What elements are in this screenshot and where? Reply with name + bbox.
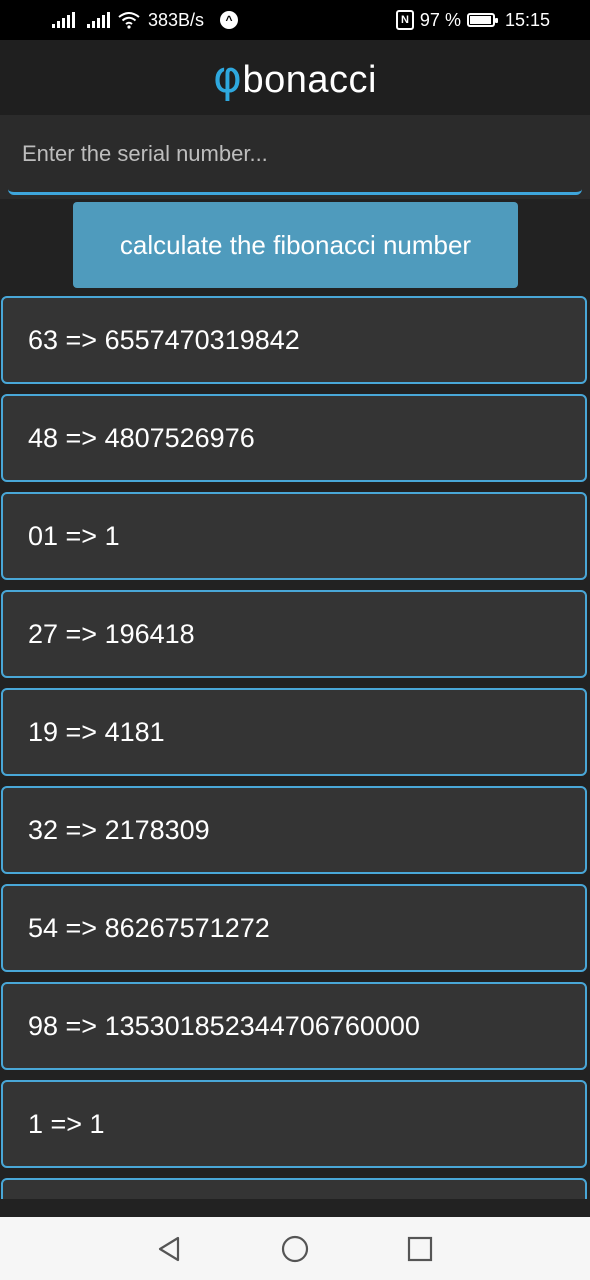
battery-percent: 97 % xyxy=(419,9,461,30)
result-item[interactable] xyxy=(1,1178,587,1199)
network-speed: 383B/s xyxy=(148,9,205,30)
home-icon xyxy=(281,1235,309,1263)
result-item[interactable]: 19 => 4181 xyxy=(1,688,587,776)
serial-number-input[interactable] xyxy=(8,115,582,195)
result-item[interactable]: 1 => 1 xyxy=(1,1080,587,1168)
status-time: 15:15 xyxy=(504,9,550,30)
recents-icon xyxy=(407,1236,433,1262)
input-container xyxy=(0,115,590,199)
app-screen: 383B/s ^ N 97 % 15:15 φ bonacci calculat… xyxy=(0,0,590,1280)
signal-icon xyxy=(52,12,75,28)
status-bar: 383B/s ^ N 97 % 15:15 xyxy=(0,0,590,40)
result-item[interactable]: 48 => 4807526976 xyxy=(1,394,587,482)
battery-icon xyxy=(466,13,498,27)
result-item[interactable]: 63 => 6557470319842 xyxy=(1,296,587,384)
battery-fill xyxy=(469,16,492,24)
phi-logo-icon: φ xyxy=(212,52,243,103)
list-bottom-spacer xyxy=(0,1199,590,1217)
result-item[interactable]: 98 => 135301852344706760000 xyxy=(1,982,587,1070)
status-left: 383B/s ^ xyxy=(52,0,239,40)
app-header: φ bonacci xyxy=(0,40,590,115)
app-notification-icon: ^ xyxy=(220,11,239,29)
app-title: φ bonacci xyxy=(213,52,377,103)
back-button[interactable] xyxy=(152,1232,186,1266)
nfc-icon: N xyxy=(395,10,414,30)
navigation-bar xyxy=(0,1217,590,1280)
result-item[interactable]: 01 => 1 xyxy=(1,492,587,580)
signal-icon xyxy=(87,12,110,28)
app-title-text: bonacci xyxy=(242,59,377,101)
recents-button[interactable] xyxy=(403,1232,437,1266)
results-list[interactable]: 63 => 6557470319842 48 => 4807526976 01 … xyxy=(0,296,590,1199)
result-item[interactable]: 27 => 196418 xyxy=(1,590,587,678)
result-item[interactable]: 32 => 2178309 xyxy=(1,786,587,874)
back-icon xyxy=(158,1236,180,1262)
status-right: N 97 % 15:15 xyxy=(395,0,550,40)
calculate-button[interactable]: calculate the fibonacci number xyxy=(73,202,518,288)
home-button[interactable] xyxy=(278,1232,312,1266)
result-item[interactable]: 54 => 86267571272 xyxy=(1,884,587,972)
wifi-icon xyxy=(118,12,140,29)
